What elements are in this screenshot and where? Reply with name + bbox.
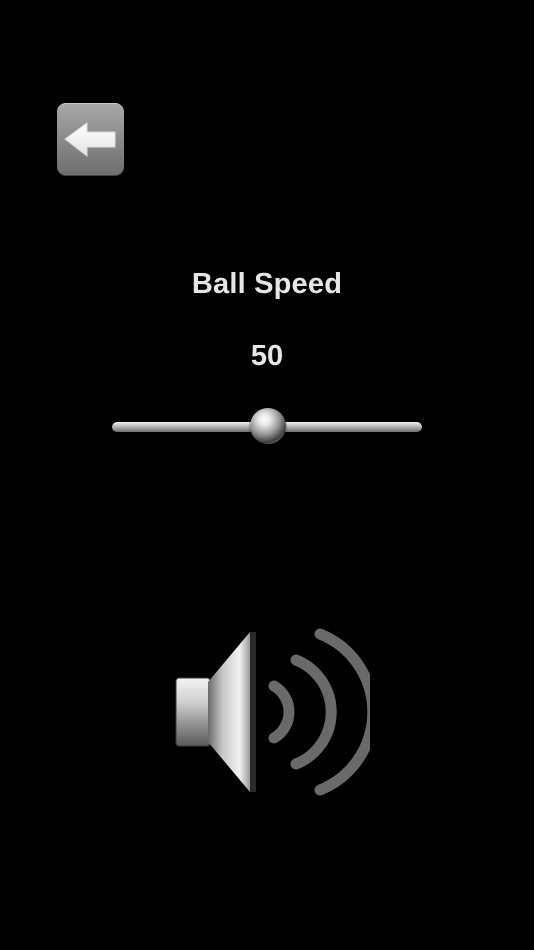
back-button[interactable] [57, 103, 124, 176]
setting-value: 50 [250, 340, 284, 372]
setting-title: Ball Speed [191, 268, 343, 300]
arrow-left-icon [64, 122, 116, 158]
sound-toggle-button[interactable] [170, 620, 379, 805]
speaker-icon [175, 628, 379, 796]
slider-thumb[interactable] [250, 408, 286, 444]
ball-speed-slider[interactable] [112, 405, 422, 449]
